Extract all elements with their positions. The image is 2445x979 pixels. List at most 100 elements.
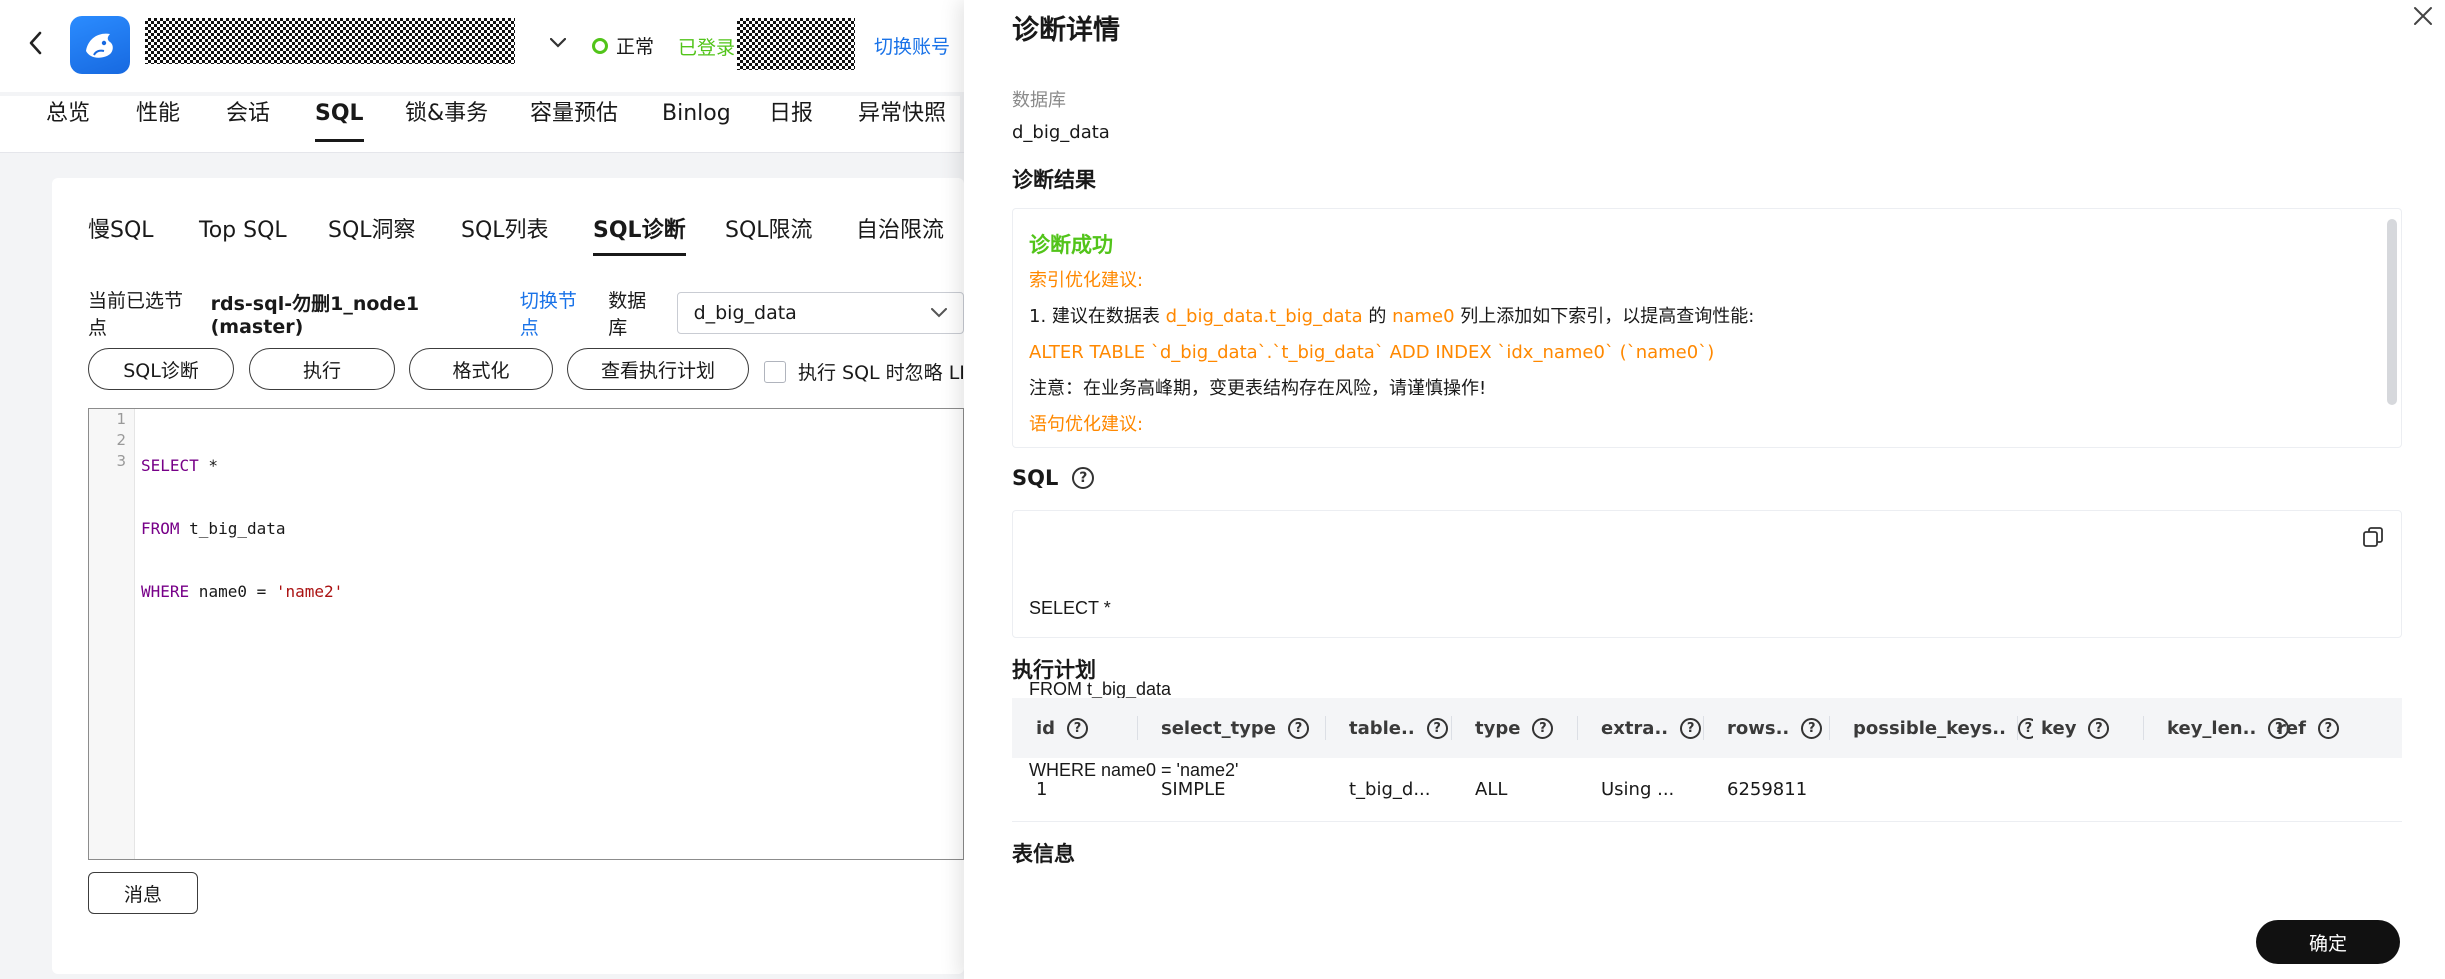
col-separator[interactable] [1325, 716, 1326, 740]
result-scrollbar[interactable] [2387, 219, 2397, 405]
confirm-button[interactable]: 确定 [2256, 920, 2400, 964]
subtab-top-sql[interactable]: Top SQL [199, 218, 287, 258]
advice-text: 列上添加如下索引，以提高查询性能: [1454, 306, 1755, 327]
code-keyword: SELECT [141, 456, 199, 475]
close-icon[interactable] [2409, 2, 2437, 30]
cell-ref [2277, 758, 2377, 821]
subtab-auto-throttle[interactable]: 自治限流 [856, 218, 944, 258]
back-arrow-icon[interactable] [20, 26, 50, 60]
ignore-limit-checkbox[interactable] [764, 360, 786, 383]
col-separator[interactable] [1829, 716, 1830, 740]
editor-gutter: 1 2 3 [89, 409, 135, 859]
col-id: id? [1036, 698, 1126, 758]
tab-performance[interactable]: 性能 [136, 96, 180, 152]
help-icon[interactable]: ? [1532, 717, 1554, 739]
statement-advice-label: 语句优化建议: [1029, 414, 1144, 435]
col-separator[interactable] [1451, 716, 1452, 740]
explain-plan-button[interactable]: 查看执行计划 [567, 348, 749, 390]
format-button[interactable]: 格式化 [409, 348, 553, 390]
execute-button[interactable]: 执行 [249, 348, 395, 390]
diagnose-result-box[interactable]: 诊断成功 索引优化建议: 1. 建议在数据表 d_big_data.t_big_… [1012, 208, 2402, 448]
code-text: t_big_data [179, 519, 286, 538]
tab-overview[interactable]: 总览 [46, 96, 90, 152]
database-label: 数据库 [608, 290, 647, 339]
col-rows: rows..? [1727, 698, 1837, 758]
cell-id: 1 [1036, 779, 1048, 800]
tab-anomaly-snapshot[interactable]: 异常快照 [858, 96, 946, 152]
advice-table: d_big_data.t_big_data [1165, 306, 1363, 327]
col-separator[interactable] [2143, 716, 2144, 740]
diagnose-detail-drawer: 诊断详情 数据库 d_big_data 诊断结果 诊断成功 索引优化建议: 1.… [964, 0, 2445, 979]
help-icon[interactable]: ? [1072, 467, 1095, 489]
code-line: SELECT * [141, 455, 343, 476]
sql-editor[interactable]: 1 2 3 SELECT * FROM t_big_data WHERE nam… [88, 408, 964, 860]
help-icon[interactable]: ? [1288, 717, 1310, 739]
plan-table-header: id? select_type? table..? type? extra..?… [1012, 698, 2402, 758]
instance-name-redacted [145, 18, 515, 64]
diagnose-result-content: 诊断成功 索引优化建议: 1. 建议在数据表 d_big_data.t_big_… [1029, 227, 2359, 443]
subtab-sql-list[interactable]: SQL列表 [461, 218, 549, 258]
node-label: 当前已选节点 [88, 290, 184, 339]
col-separator[interactable] [2017, 716, 2018, 740]
sql-diagnose-card: 慢SQL Top SQL SQL洞察 SQL列表 SQL诊断 SQL限流 自治限… [52, 178, 999, 974]
instance-chevron-down-icon[interactable] [548, 33, 568, 53]
subtab-sql-diagnose[interactable]: SQL诊断 [593, 218, 686, 258]
account-redacted [737, 18, 855, 70]
chevron-down-icon [931, 308, 947, 318]
instance-status: 正常 [592, 32, 654, 59]
cell-rows: 6259811 [1727, 779, 1808, 800]
sql-preview-box: SELECT * FROM t_big_data WHERE name0 = '… [1012, 510, 2402, 780]
switch-node-link[interactable]: 切换节点 [520, 286, 592, 340]
drawer-db-value: d_big_data [1012, 122, 1110, 143]
help-icon[interactable]: ? [1426, 717, 1448, 739]
code-text: name0 = [189, 582, 276, 601]
help-icon[interactable]: ? [1801, 717, 1823, 739]
col-id-label: id [1036, 717, 1056, 739]
message-button[interactable]: 消息 [88, 872, 198, 914]
tab-capacity[interactable]: 容量预估 [530, 96, 618, 152]
subtab-sql-throttle[interactable]: SQL限流 [725, 218, 813, 258]
col-ref-label: ref [2277, 717, 2306, 739]
col-table: table..? [1349, 698, 1459, 758]
help-icon[interactable]: ? [2088, 717, 2110, 739]
tab-sql[interactable]: SQL [315, 96, 364, 152]
login-status: 已登录 [678, 37, 736, 59]
col-separator[interactable] [1137, 716, 1138, 740]
tab-locks[interactable]: 锁&事务 [405, 96, 488, 152]
editor-code[interactable]: SELECT * FROM t_big_data WHERE name0 = '… [141, 413, 343, 644]
col-extra: extra..? [1601, 698, 1711, 758]
code-keyword: FROM [141, 519, 180, 538]
cell-key-len [2167, 758, 2267, 821]
col-select-type-label: select_type [1161, 717, 1277, 739]
table-info-title: 表信息 [1012, 838, 1075, 868]
code-string: 'name2' [275, 582, 344, 601]
col-select-type: select_type? [1161, 698, 1331, 758]
sql-line: SELECT * [1029, 598, 1111, 618]
advice-text: 的 [1362, 306, 1393, 327]
plan-section-title-text: 执行计划 [1012, 658, 1096, 682]
cell-possible-keys [1853, 758, 2013, 821]
explain-plan-table: id? select_type? table..? type? extra..?… [1012, 698, 2402, 822]
col-table-label: table.. [1349, 717, 1415, 739]
help-icon[interactable]: ? [1067, 717, 1089, 739]
nav-divider [0, 152, 964, 153]
help-icon[interactable]: ? [2017, 717, 2033, 739]
subtab-sql-insight[interactable]: SQL洞察 [328, 218, 416, 258]
col-separator[interactable] [1703, 716, 1704, 740]
sql-diagnose-button[interactable]: SQL诊断 [88, 348, 234, 390]
col-rows-label: rows.. [1727, 717, 1790, 739]
col-separator[interactable] [1577, 716, 1578, 740]
tab-binlog[interactable]: Binlog [662, 96, 731, 152]
help-icon[interactable]: ? [2317, 717, 2339, 739]
switch-account-link[interactable]: 切换账号 [874, 32, 950, 59]
subtab-slow-sql[interactable]: 慢SQL [88, 218, 154, 258]
rds-logo-icon [70, 16, 130, 74]
col-possible-keys-label: possible_keys.. [1853, 717, 2006, 739]
database-select[interactable]: d_big_data [676, 292, 964, 334]
cell-select-type: SIMPLE [1161, 779, 1226, 800]
help-icon[interactable]: ? [1680, 717, 1702, 739]
tab-sessions[interactable]: 会话 [226, 96, 270, 152]
tab-daily-report[interactable]: 日报 [769, 96, 813, 152]
copy-icon[interactable] [2361, 525, 2385, 549]
diagnose-result-title-text: 诊断结果 [1012, 168, 1096, 192]
